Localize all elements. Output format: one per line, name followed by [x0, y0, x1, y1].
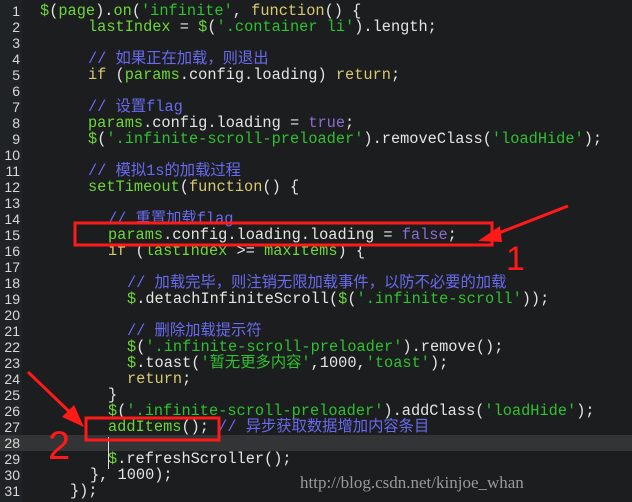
annotation-label-2: 2 — [48, 424, 70, 468]
annotation-label-1: 1 — [506, 240, 525, 278]
arrow-icon — [26, 370, 84, 427]
highlight-box-line-15 — [73, 221, 494, 247]
watermark: http://blog.csdn.net/kinjoe_whan — [300, 473, 524, 492]
annotation-layer: 1 2 — [26, 204, 569, 468]
highlight-box-line-27 — [84, 416, 221, 442]
